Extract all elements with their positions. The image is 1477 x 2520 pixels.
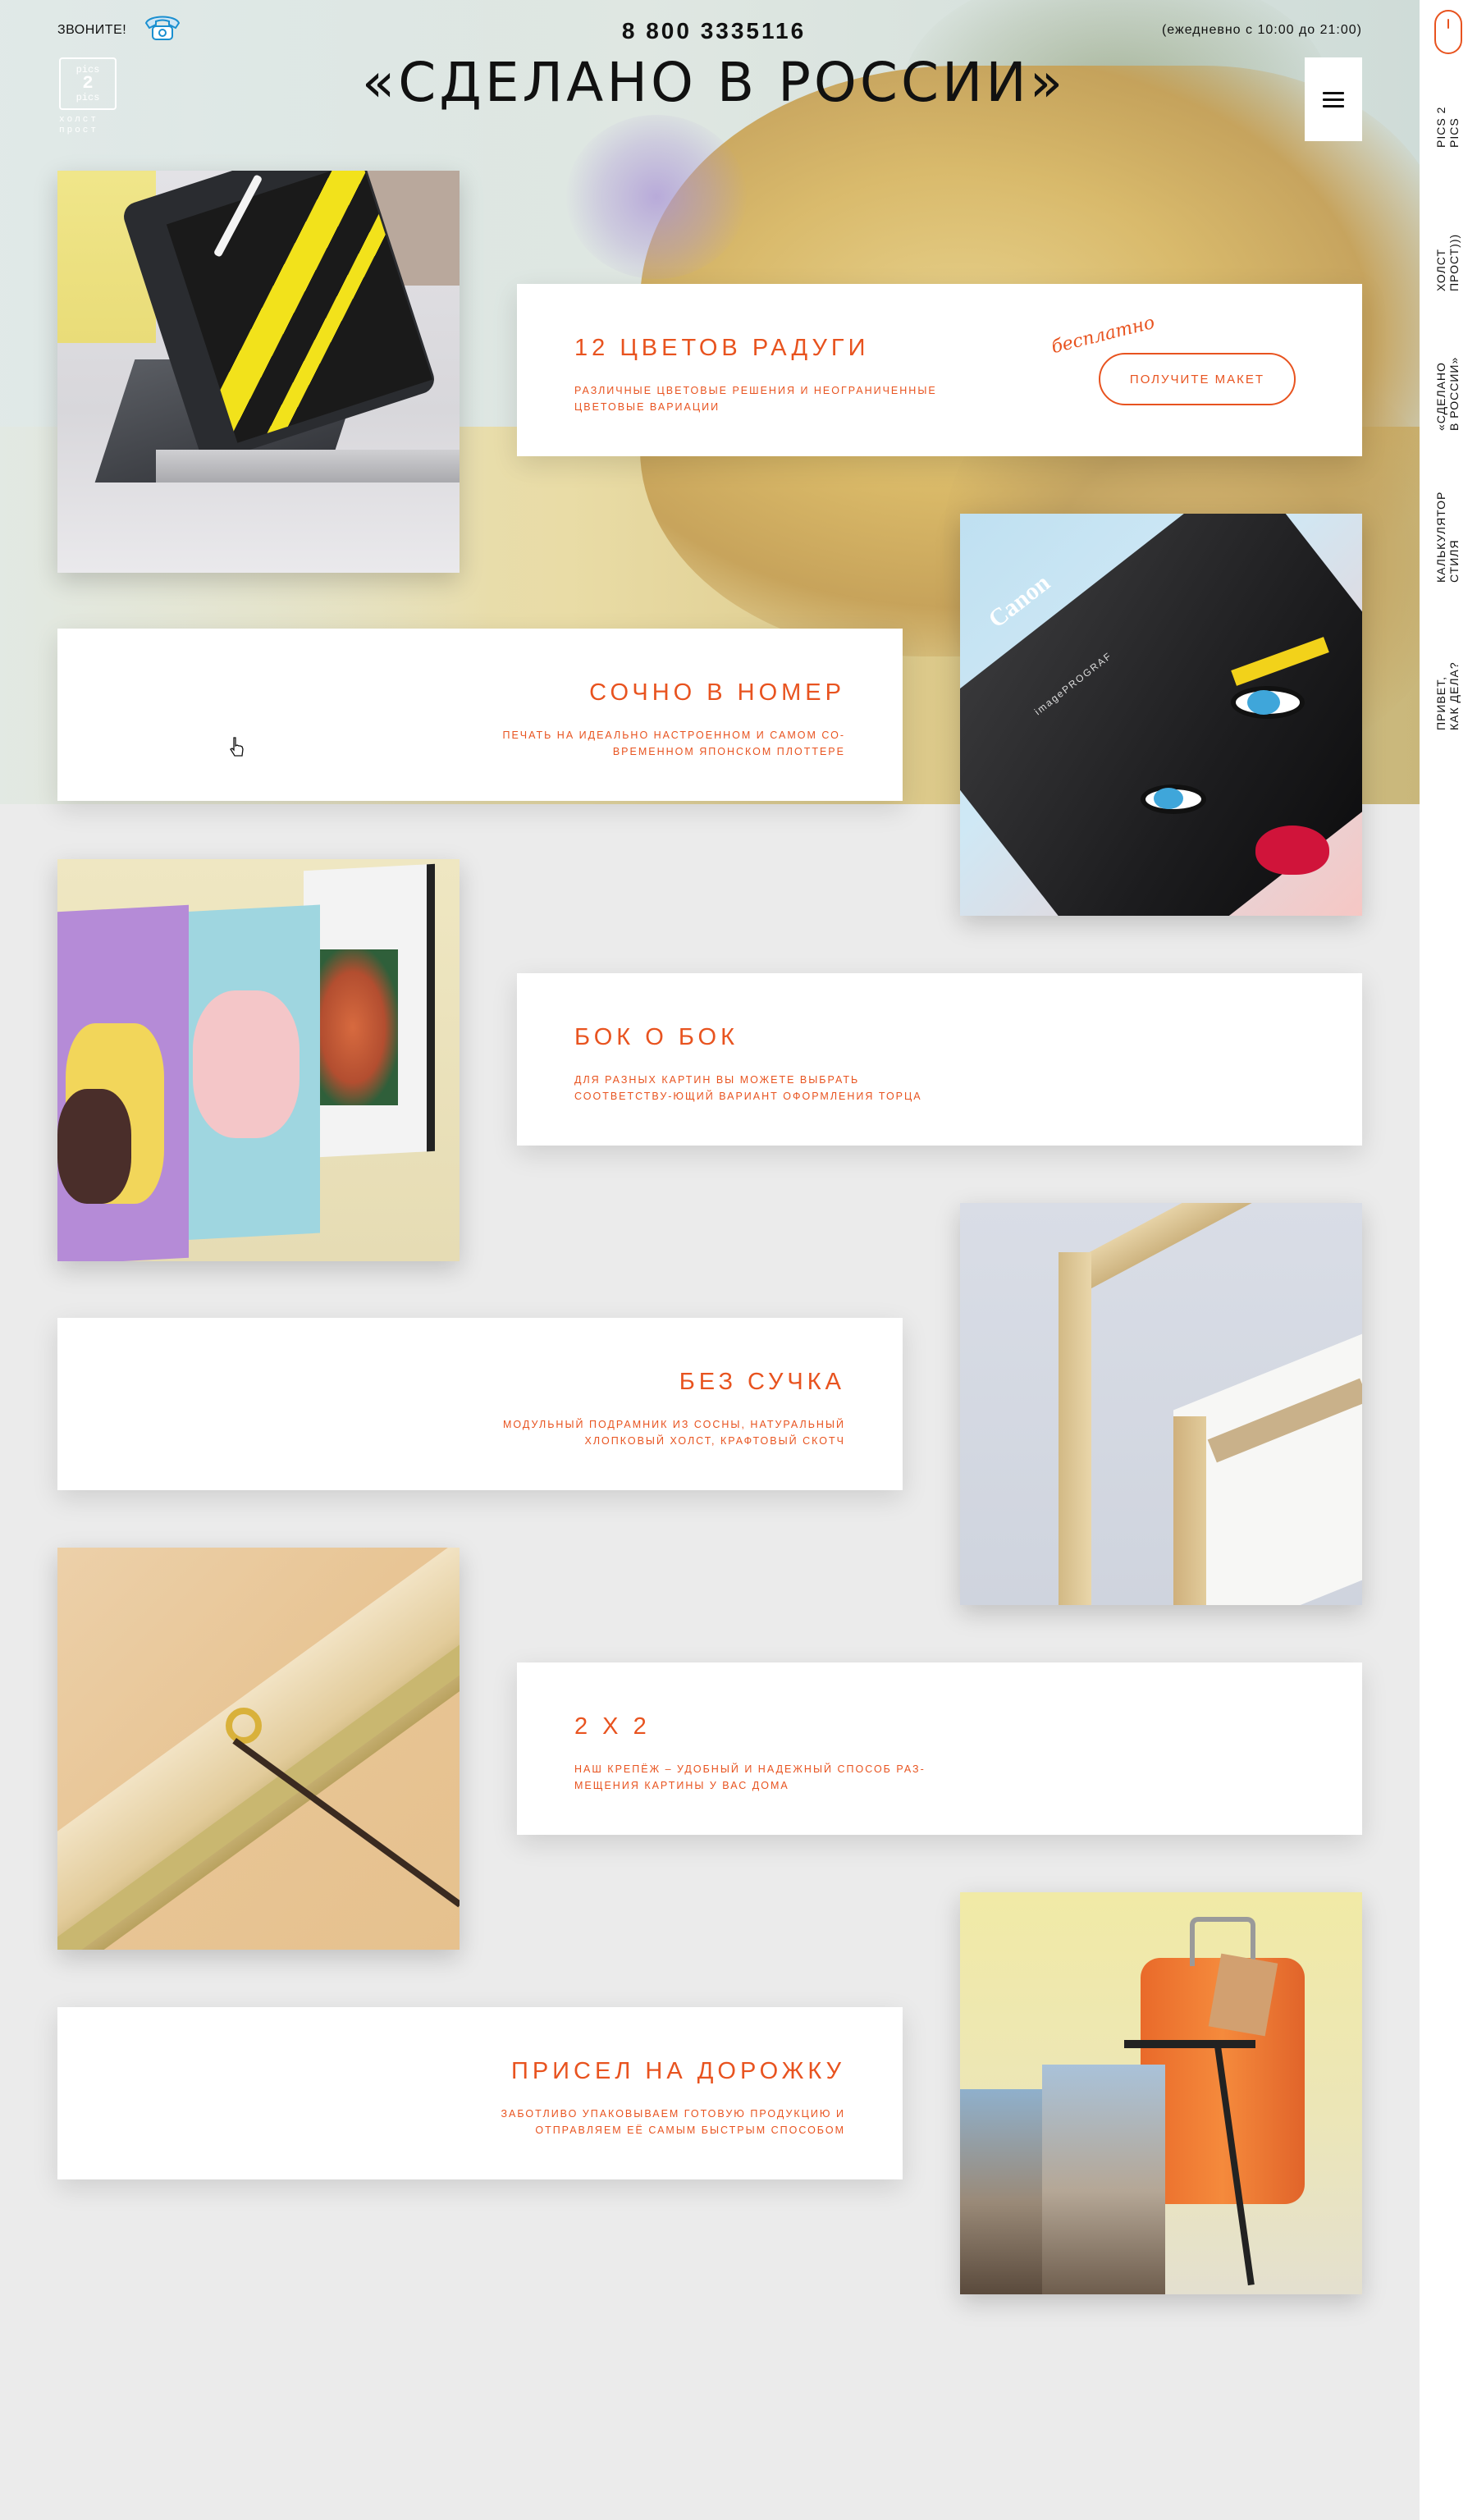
feature-card-printing: сочно в номер печать на идеально настрое… [57, 629, 903, 801]
side-nav-item-calculator[interactable]: калькулятор стиля [1434, 492, 1467, 615]
card-description: печать на идеально настроенном и самом с… [502, 729, 845, 757]
right-sidebar: pics 2 pics холст прост))) «сделано в ро… [1420, 0, 1477, 2520]
menu-button[interactable] [1305, 57, 1362, 141]
side-nav-item-hello[interactable]: привет, как дела? [1434, 661, 1467, 763]
logo-bottom-text: pics [75, 92, 100, 103]
card-title: без сучка [679, 1369, 845, 1395]
card-description: наш крепёж – удобный и надежный способ р… [574, 1763, 926, 1791]
feature-card-delivery: присел на дорожку заботливо упаковываем … [57, 2007, 903, 2179]
feature-card-colors: 12 цветов радуги различные цветовые реше… [517, 284, 1362, 456]
tablet-photo [57, 171, 460, 573]
logo-sub-line-2: прост [59, 126, 99, 135]
card-description: различные цветовые решения и неограничен… [574, 385, 937, 413]
card-description: для разных картин вы можете выбрать соот… [574, 1074, 922, 1102]
menu-icon-line [1323, 98, 1344, 101]
feature-card-stretcher: без сучка модульный подрамник из сосны, … [57, 1318, 903, 1490]
logo-sub-line-1: холст [59, 115, 99, 125]
working-hours: (ежедневно с 10:00 до 21:00) [1161, 23, 1362, 37]
card-title: присел на дорожку [511, 2058, 845, 2084]
logo-mark: pics 2 pics [59, 57, 117, 110]
canvases-side-photo [57, 859, 460, 1261]
free-label: бесплатно [1049, 312, 1157, 359]
suitcase-photo [960, 1892, 1362, 2294]
card-description: модульный подрамник из сосны, натуральны… [503, 1419, 845, 1447]
card-title: 2 x 2 [574, 1713, 651, 1740]
side-nav-item-pics2pics[interactable]: pics 2 pics [1434, 107, 1467, 181]
logo-subtitle: холст прост [59, 115, 117, 136]
side-nav-label: калькулятор стиля [1434, 491, 1461, 583]
side-nav-label: «сделано в россии» [1434, 356, 1461, 431]
side-nav-item-made-in-russia[interactable]: «сделано в россии» [1434, 357, 1467, 464]
menu-icon-line [1323, 105, 1344, 107]
card-title: бок о бок [574, 1024, 738, 1050]
card-description: заботливо упаковываем готовую продукцию … [501, 2108, 845, 2136]
card-title: 12 цветов радуги [574, 335, 870, 361]
side-nav-item-holst[interactable]: холст прост))) [1434, 234, 1467, 324]
logo-mid-text: 2 [82, 73, 94, 94]
feature-card-mount: 2 x 2 наш крепёж – удобный и надежный сп… [517, 1662, 1362, 1835]
flower-blur [566, 115, 747, 279]
card-title: сочно в номер [589, 679, 845, 706]
feature-card-edges: бок о бок для разных картин вы можете вы… [517, 973, 1362, 1146]
side-nav-label: pics 2 pics [1434, 106, 1461, 148]
scroll-mouse-icon[interactable] [1434, 10, 1462, 54]
wooden-frame-photo [960, 1203, 1362, 1605]
phone-number[interactable]: 8 800 3335116 [599, 18, 829, 44]
page-title: «СДЕЛАНО В РОССИИ» [361, 51, 1067, 114]
telephone-icon[interactable] [141, 11, 184, 43]
logo[interactable]: pics 2 pics холст прост [59, 57, 117, 136]
hand-cursor-icon [230, 737, 244, 757]
call-label: ЗВОНИТЕ! [57, 23, 127, 37]
side-nav-label: холст прост))) [1434, 233, 1461, 291]
get-layout-button[interactable]: получите макет [1099, 353, 1296, 405]
menu-icon [1323, 92, 1344, 94]
canon-plotter-photo: Canon imagePROGRAF [960, 514, 1362, 916]
side-nav-label: привет, как дела? [1434, 661, 1461, 730]
hanger-photo [57, 1548, 460, 1950]
